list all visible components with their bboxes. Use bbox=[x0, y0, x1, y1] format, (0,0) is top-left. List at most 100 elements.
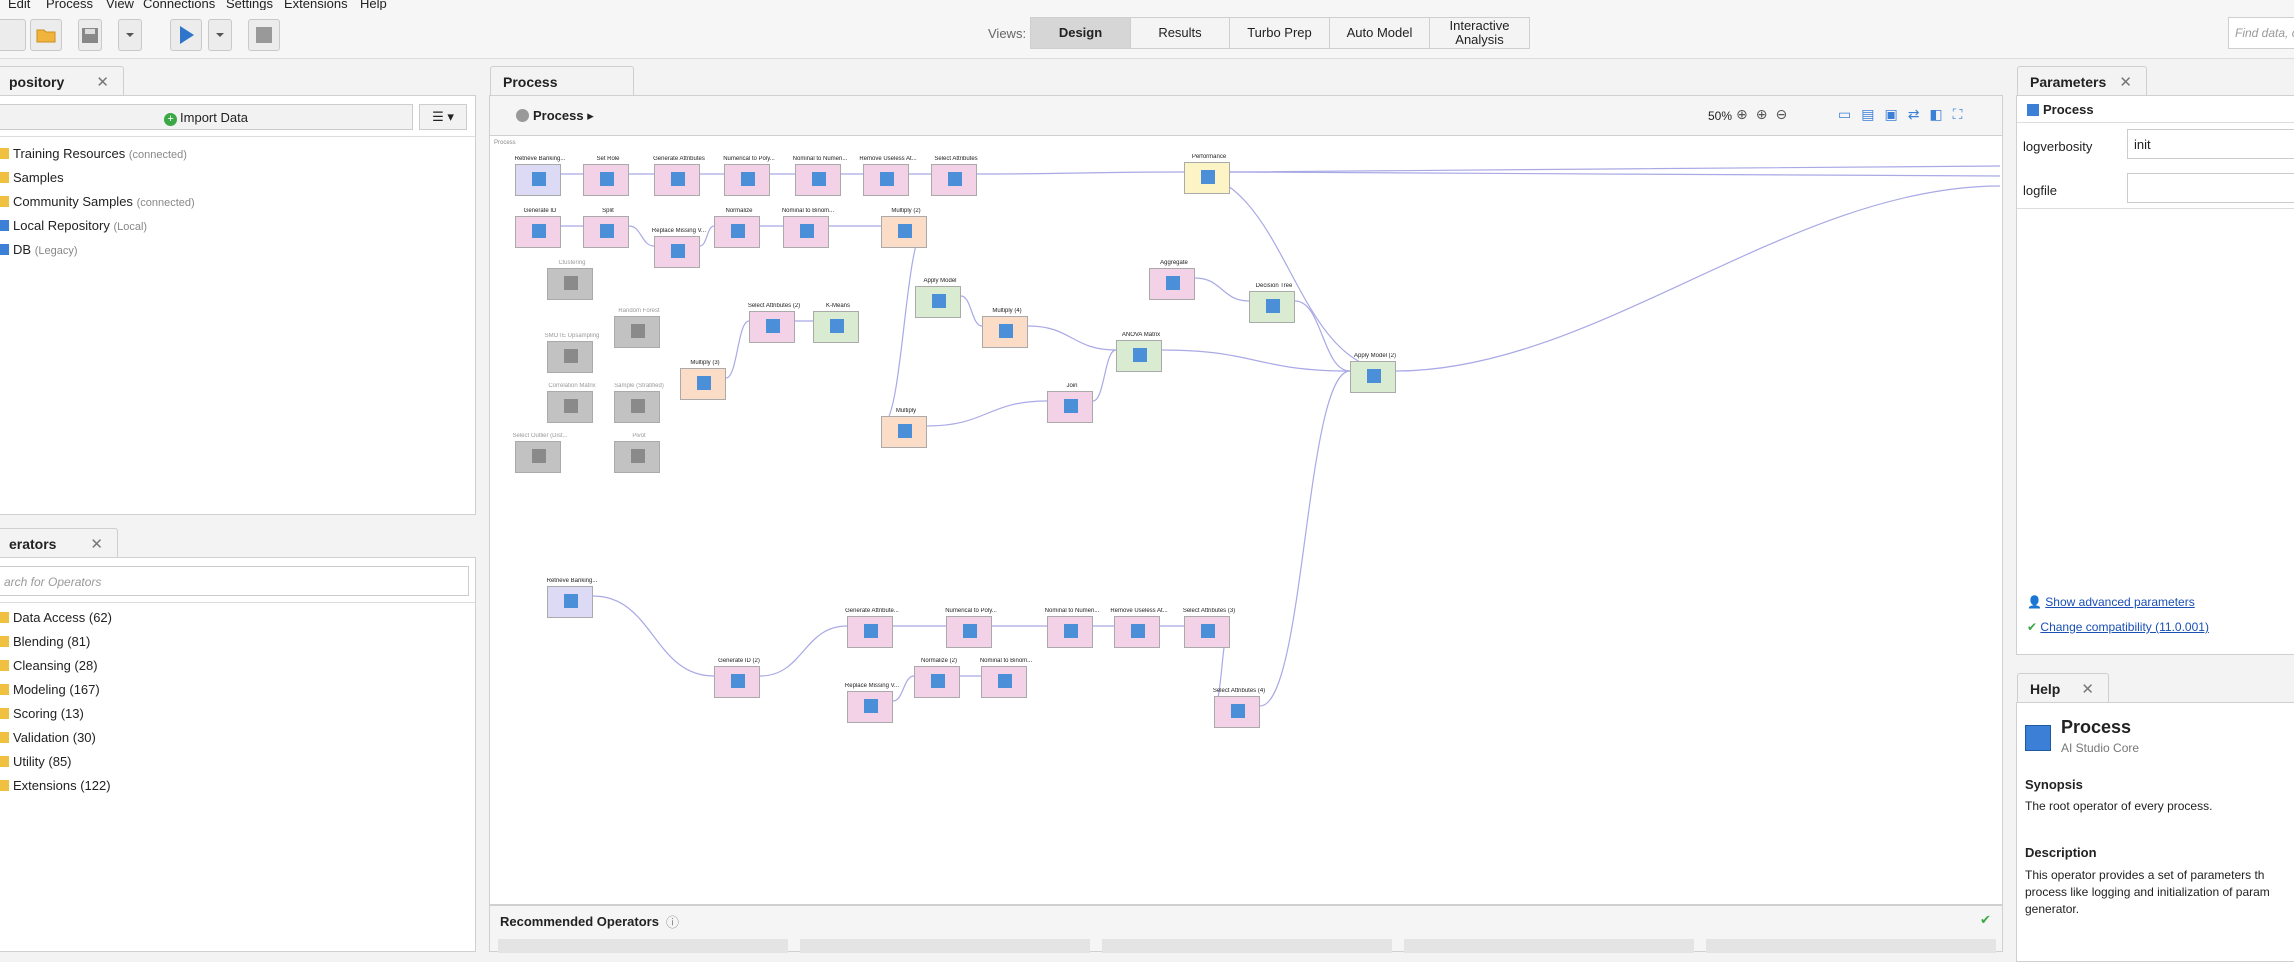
repo-db[interactable]: DB (Legacy) bbox=[0, 242, 77, 257]
operator-box[interactable] bbox=[724, 164, 770, 196]
operator-group-blending[interactable]: Blending (81) bbox=[0, 634, 90, 649]
operator-box[interactable] bbox=[1184, 616, 1230, 648]
view-auto-model-tab[interactable]: Auto Model bbox=[1329, 17, 1430, 49]
operator-box[interactable] bbox=[1249, 291, 1295, 323]
operator-box[interactable] bbox=[714, 216, 760, 248]
breadcrumb[interactable]: Process ▸ bbox=[516, 108, 594, 124]
repo-community-samples[interactable]: Community Samples (connected) bbox=[0, 194, 195, 209]
tab-help[interactable]: Help ✕ bbox=[2017, 673, 2109, 703]
operator-box[interactable] bbox=[1149, 268, 1195, 300]
operator-box[interactable] bbox=[863, 164, 909, 196]
operator-box[interactable] bbox=[1116, 340, 1162, 372]
operator-group-cleansing[interactable]: Cleansing (28) bbox=[0, 658, 98, 673]
recommended-item[interactable] bbox=[1404, 939, 1694, 953]
fit-screen-icon[interactable]: ⛶ bbox=[1953, 106, 1973, 122]
operator-box[interactable] bbox=[749, 311, 795, 343]
operator-box[interactable] bbox=[515, 164, 561, 196]
tab-process[interactable]: Process bbox=[490, 66, 634, 96]
operator-box[interactable] bbox=[515, 441, 561, 473]
operator-box[interactable] bbox=[583, 216, 629, 248]
global-search-input[interactable]: Find data, o bbox=[2228, 17, 2294, 49]
operator-box[interactable] bbox=[813, 311, 859, 343]
operator-group-modeling[interactable]: Modeling (167) bbox=[0, 682, 100, 697]
operator-box[interactable] bbox=[981, 666, 1027, 698]
operator-box[interactable] bbox=[1047, 391, 1093, 423]
save-dropdown-button[interactable] bbox=[118, 19, 142, 51]
change-compatibility-link[interactable]: ✔ Change compatibility (11.0.001) bbox=[2027, 620, 2209, 634]
menu-process[interactable]: Process bbox=[46, 0, 93, 10]
menu-view[interactable]: View bbox=[106, 0, 134, 10]
view-results-tab[interactable]: Results bbox=[1130, 17, 1230, 49]
operator-box[interactable] bbox=[982, 316, 1028, 348]
operator-group-data-access[interactable]: Data Access (62) bbox=[0, 610, 112, 625]
auto-wire-icon[interactable]: ⇄ bbox=[1908, 106, 1930, 122]
menu-edit[interactable]: Edit bbox=[8, 0, 30, 10]
operator-box[interactable] bbox=[515, 216, 561, 248]
show-advanced-parameters-link[interactable]: 👤 Show advanced parameters bbox=[2027, 595, 2195, 609]
run-process-button[interactable] bbox=[170, 19, 202, 51]
repo-samples[interactable]: Samples bbox=[0, 170, 64, 185]
operator-group-validation[interactable]: Validation (30) bbox=[0, 730, 96, 745]
close-icon[interactable]: ✕ bbox=[2081, 680, 2094, 698]
close-icon[interactable]: ✕ bbox=[96, 73, 109, 91]
operator-box[interactable] bbox=[914, 666, 960, 698]
zoom-fit-icon[interactable]: ⊕ bbox=[1756, 106, 1776, 122]
operator-box[interactable] bbox=[614, 316, 660, 348]
recommended-item[interactable] bbox=[1706, 939, 1996, 953]
operator-box[interactable] bbox=[547, 586, 593, 618]
operator-box[interactable] bbox=[614, 441, 660, 473]
canvas-tools[interactable]: ▭▤▣⇄◧⛶ bbox=[1838, 106, 1972, 123]
recommended-item[interactable] bbox=[498, 939, 788, 953]
repo-training-resources[interactable]: Training Resources (connected) bbox=[0, 146, 187, 161]
operator-group-scoring[interactable]: Scoring (13) bbox=[0, 706, 84, 721]
zoom-in-icon[interactable]: ⊕ bbox=[1736, 106, 1756, 122]
operator-box[interactable] bbox=[1114, 616, 1160, 648]
operator-box[interactable] bbox=[783, 216, 829, 248]
operator-box[interactable] bbox=[795, 164, 841, 196]
run-dropdown-button[interactable] bbox=[208, 19, 232, 51]
tab-repository[interactable]: pository ✕ bbox=[0, 66, 124, 96]
operator-group-extensions[interactable]: Extensions (122) bbox=[0, 778, 111, 793]
menu-settings[interactable]: Settings bbox=[226, 0, 273, 10]
stop-process-button[interactable] bbox=[248, 19, 280, 51]
tab-parameters[interactable]: Parameters ✕ bbox=[2017, 66, 2147, 96]
operator-box[interactable] bbox=[881, 416, 927, 448]
open-process-button[interactable] bbox=[30, 19, 62, 51]
recommended-item[interactable] bbox=[1102, 939, 1392, 953]
operator-box[interactable] bbox=[881, 216, 927, 248]
info-icon[interactable]: ⓘ bbox=[666, 912, 679, 931]
close-icon[interactable]: ✕ bbox=[90, 535, 103, 553]
save-process-button[interactable] bbox=[78, 19, 102, 51]
view-design-tab[interactable]: Design bbox=[1030, 17, 1131, 49]
repository-menu-button[interactable]: ☰ ▾ bbox=[419, 104, 467, 130]
operator-box[interactable] bbox=[654, 236, 700, 268]
operator-box[interactable] bbox=[614, 391, 660, 423]
menu-connections[interactable]: Connections bbox=[143, 0, 215, 10]
add-note-icon[interactable]: ▣ bbox=[1884, 106, 1907, 122]
logverbosity-select[interactable]: init bbox=[2127, 129, 2294, 159]
operator-box[interactable] bbox=[680, 368, 726, 400]
process-canvas[interactable]: Process Retrieve Banking... Set Role Gener… bbox=[489, 135, 2003, 905]
menu-help[interactable]: Help bbox=[360, 0, 387, 10]
repo-local-repository[interactable]: Local Repository (Local) bbox=[0, 218, 147, 233]
operator-box[interactable] bbox=[946, 616, 992, 648]
new-process-button[interactable] bbox=[0, 19, 26, 51]
operator-box[interactable] bbox=[1184, 162, 1230, 194]
menu-extensions[interactable]: Extensions bbox=[284, 0, 348, 10]
paste-icon[interactable]: ▤ bbox=[1861, 106, 1884, 122]
operator-box[interactable] bbox=[847, 616, 893, 648]
chevron-down-icon[interactable]: ✔ bbox=[1980, 912, 1991, 928]
view-turbo-prep-tab[interactable]: Turbo Prep bbox=[1229, 17, 1330, 49]
logfile-input[interactable] bbox=[2127, 173, 2294, 203]
operator-box[interactable] bbox=[583, 164, 629, 196]
operator-box[interactable] bbox=[547, 341, 593, 373]
operator-box[interactable] bbox=[931, 164, 977, 196]
operator-box[interactable] bbox=[1214, 696, 1260, 728]
recommended-item[interactable] bbox=[800, 939, 1090, 953]
operator-box[interactable] bbox=[847, 691, 893, 723]
operator-box[interactable] bbox=[547, 268, 593, 300]
import-data-button[interactable]: + Import Data bbox=[0, 104, 413, 130]
copy-icon[interactable]: ▭ bbox=[1838, 106, 1861, 122]
view-interactive-analysis-tab[interactable]: Interactive Analysis bbox=[1429, 17, 1530, 49]
zoom-controls[interactable]: ⊕⊕⊖ bbox=[1736, 106, 1795, 123]
